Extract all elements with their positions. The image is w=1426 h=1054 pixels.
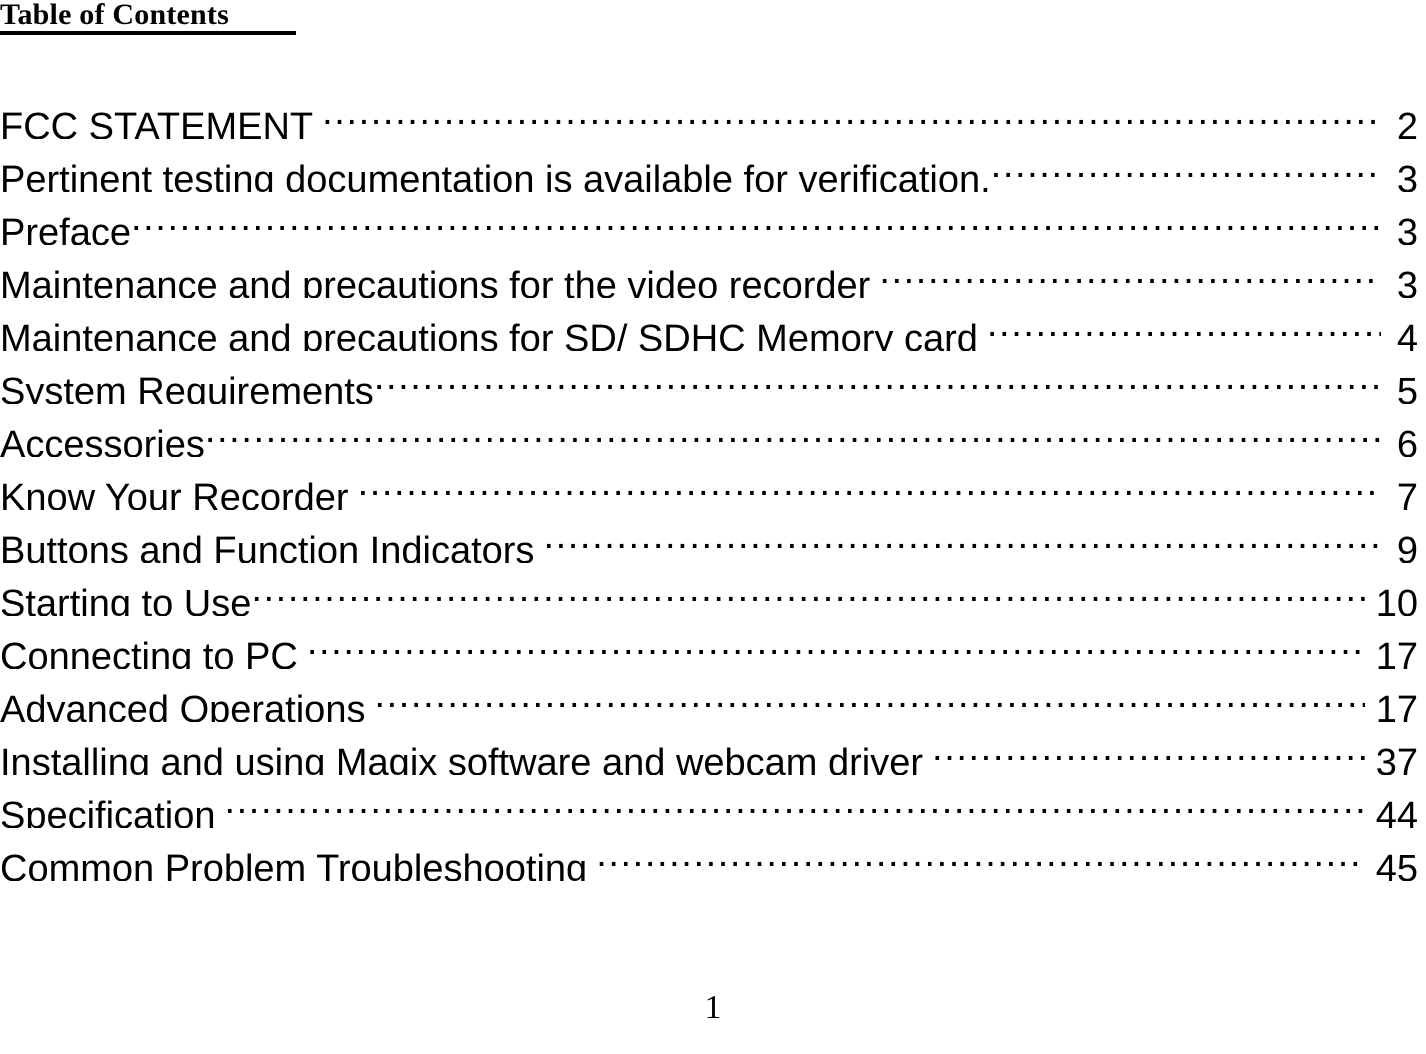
toc-leader-dots <box>543 510 1381 563</box>
toc-leader-dots <box>358 457 1381 510</box>
toc-entry-page-number: 37 <box>1375 742 1418 775</box>
toc-entry-label: Maintenance and precautions for the vide… <box>0 265 871 298</box>
toc-entry[interactable]: FCC STATEMENT 2 <box>0 86 1424 139</box>
toc-entry-label: Maintenance and precautions for SD/ SDHC… <box>0 318 978 351</box>
toc-entry[interactable]: Maintenance and precautions for SD/ SDHC… <box>0 298 1424 351</box>
toc-entry-label: Specification <box>0 795 216 828</box>
toc-entry-page-number: 45 <box>1375 848 1418 881</box>
toc-leader-dots <box>932 722 1365 775</box>
toc-entry[interactable]: Buttons and Function Indicators 9 <box>0 510 1424 563</box>
toc-entry-label: Connecting to PC <box>0 636 298 669</box>
toc-entry-page-number: 17 <box>1375 689 1418 722</box>
toc-entry-label: Common Problem Troubleshooting <box>0 848 588 881</box>
toc-entry[interactable]: Know Your Recorder 7 <box>0 457 1424 510</box>
toc-entry-label: Starting to Use <box>0 583 252 616</box>
toc-entry[interactable]: Accessories 6 <box>0 404 1424 457</box>
toc-entry-label: Installing and using Magix software and … <box>0 742 924 775</box>
toc-leader-dots <box>307 616 1365 669</box>
toc-entry-label: Preface <box>0 212 131 245</box>
toc-entry-label: Accessories <box>0 424 205 457</box>
toc-leader-dots <box>374 669 1364 722</box>
toc-entry-page-number: 9 <box>1396 530 1418 563</box>
toc-entry-page-number: 3 <box>1396 159 1418 192</box>
toc-entry-page-number: 3 <box>1396 212 1418 245</box>
toc-leader-dots <box>991 139 1381 192</box>
toc-leader-dots <box>205 404 1381 457</box>
toc-leader-dots <box>251 563 1364 616</box>
toc-entry[interactable]: Pertinent testing documentation is avail… <box>0 139 1424 192</box>
toc-entry-page-number: 7 <box>1396 477 1418 510</box>
toc-leader-dots <box>374 351 1381 404</box>
page-title-underline <box>0 31 296 35</box>
toc-entry[interactable]: Common Problem Troubleshooting 45 <box>0 828 1424 881</box>
toc-entry-page-number: 10 <box>1375 583 1418 616</box>
toc-leader-dots <box>879 245 1381 298</box>
toc-leader-dots <box>224 775 1364 828</box>
toc-entry[interactable]: Connecting to PC 17 <box>0 616 1424 669</box>
document-page: Table of Contents FCC STATEMENT 2 Pertinen… <box>0 0 1426 1054</box>
toc-entry[interactable]: Advanced Operations 17 <box>0 669 1424 722</box>
toc-entry[interactable]: Starting to Use 10 <box>0 563 1424 616</box>
toc-entry-label: System Requirements <box>0 371 374 404</box>
toc-leader-dots <box>322 86 1381 139</box>
toc-entry[interactable]: System Requirements 5 <box>0 351 1424 404</box>
toc-entry-page-number: 17 <box>1375 636 1418 669</box>
toc-entry-page-number: 2 <box>1396 106 1418 139</box>
toc-leader-dots <box>596 828 1365 881</box>
toc-entry[interactable]: Installing and using Magix software and … <box>0 722 1424 775</box>
page-title: Table of Contents <box>0 0 229 31</box>
table-of-contents-list: FCC STATEMENT 2 Pertinent testing document… <box>0 86 1424 881</box>
toc-entry-page-number: 5 <box>1396 371 1418 404</box>
toc-entry-label: Buttons and Function Indicators <box>0 530 535 563</box>
toc-leader-dots <box>131 192 1381 245</box>
toc-entry-label: Pertinent testing documentation is avail… <box>0 159 991 192</box>
toc-leader-dots <box>987 298 1381 351</box>
footer-page-number: 1 <box>704 989 722 1026</box>
toc-entry-page-number: 6 <box>1396 424 1418 457</box>
toc-entry-label: Advanced Operations <box>0 689 366 722</box>
toc-entry[interactable]: Maintenance and precautions for the vide… <box>0 245 1424 298</box>
toc-entry-page-number: 3 <box>1396 265 1418 298</box>
toc-entry[interactable]: Preface 3 <box>0 192 1424 245</box>
toc-entry-page-number: 4 <box>1396 318 1418 351</box>
toc-entry-page-number: 44 <box>1375 795 1418 828</box>
toc-entry-label: FCC STATEMENT <box>0 106 314 139</box>
toc-entry[interactable]: Specification 44 <box>0 775 1424 828</box>
toc-entry-label: Know Your Recorder <box>0 477 349 510</box>
